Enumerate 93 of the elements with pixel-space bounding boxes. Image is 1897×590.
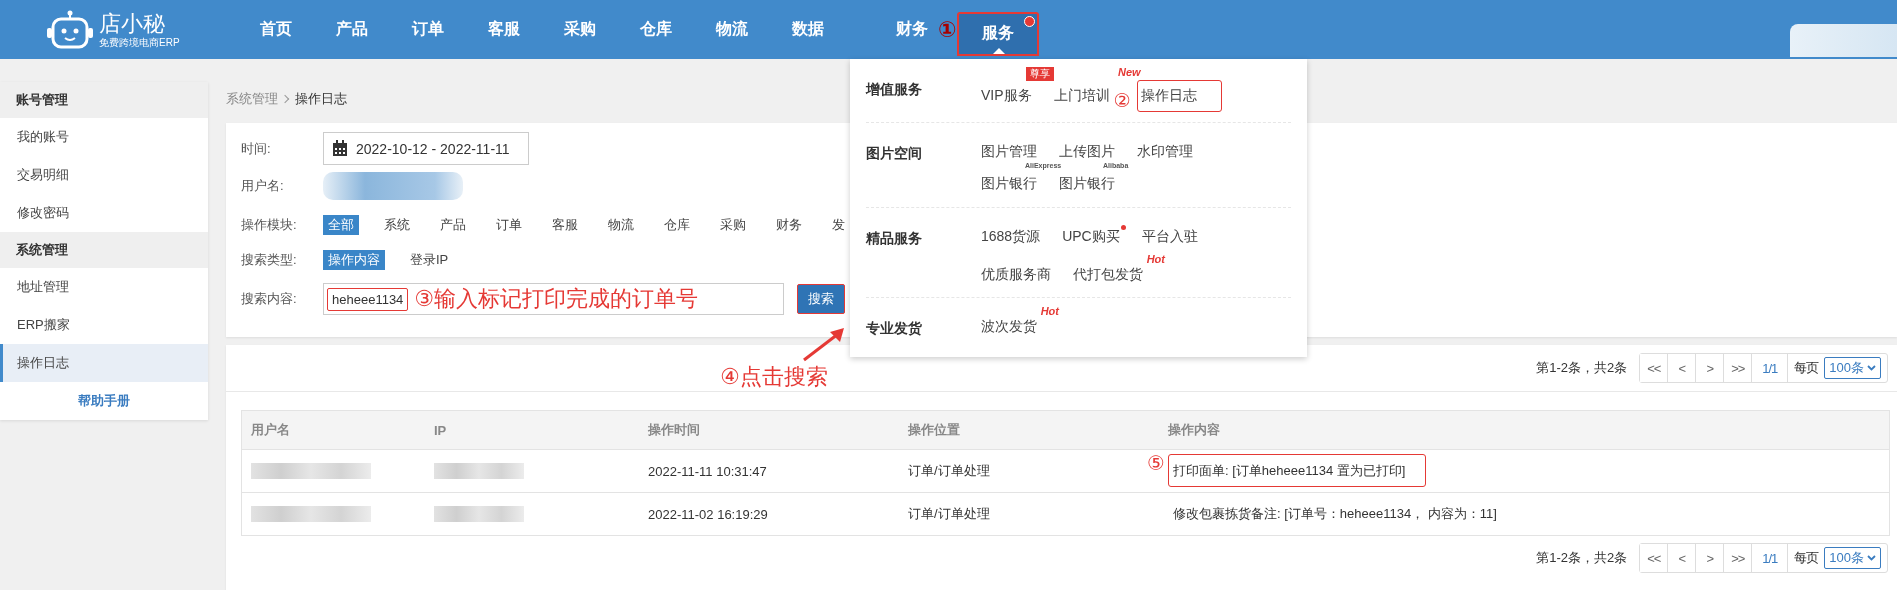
caret-icon <box>992 47 1005 54</box>
step-number: ⑤ <box>1147 451 1165 475</box>
nav-tab[interactable]: 订单 <box>390 0 466 59</box>
nav-tab[interactable]: 财务 <box>886 9 938 50</box>
table-cell-text: 订单/订单处理 <box>907 505 991 523</box>
step-number: ② <box>1113 89 1131 113</box>
nav-tab[interactable]: 产品 <box>314 0 390 59</box>
menu-item[interactable]: 图片银行 <box>1055 172 1119 196</box>
filter-option[interactable]: 采购 <box>715 215 751 235</box>
menu-section-title: 增值服务 <box>866 80 923 99</box>
menu-item[interactable]: 上门培训 <box>1049 84 1114 108</box>
sidebar-item[interactable]: 修改密码 <box>0 194 208 232</box>
menu-item[interactable]: 图片管理 <box>977 140 1041 164</box>
badge: 尊享 <box>1025 67 1054 81</box>
nav-tab[interactable]: 服务 <box>956 11 1039 56</box>
filter-option[interactable]: 操作内容 <box>323 250 385 270</box>
nav-tab[interactable]: 仓库 <box>618 0 694 59</box>
field-label: 搜索内容: <box>241 290 298 308</box>
menu-item[interactable]: VIP服务 <box>977 84 1036 108</box>
field-label: 搜索类型: <box>241 251 298 269</box>
nav-tab[interactable]: 物流 <box>694 0 770 59</box>
menu-section-title: 精品服务 <box>866 229 923 248</box>
sidebar-item[interactable]: 地址管理 <box>0 268 208 306</box>
table-cell-text: 2022-11-02 16:19:29 <box>647 506 769 522</box>
robot-logo-icon <box>45 9 95 50</box>
filter-option[interactable]: 物流 <box>603 215 639 235</box>
filter-option[interactable]: 系统 <box>379 215 415 235</box>
input-value: heheee1134 <box>327 287 409 311</box>
calendar-icon <box>332 140 348 157</box>
table-cell-text: 2022-11-11 10:31:47 <box>647 463 768 479</box>
record-count: 第1-2条，共2条 <box>1536 549 1628 567</box>
logo-tagline: 免费跨境电商ERP <box>99 36 180 49</box>
menu-section-title: 图片空间 <box>866 144 923 163</box>
filter-option[interactable]: 财务 <box>771 215 807 235</box>
hot-label: Hot <box>1146 253 1165 265</box>
page-button[interactable]: << <box>1640 354 1669 382</box>
notification-dot <box>1120 225 1126 230</box>
menu-item[interactable]: 波次发货 <box>977 315 1041 339</box>
menu-item[interactable]: 1688货源 <box>977 225 1045 249</box>
annotation-text: ④点击搜索 <box>720 363 828 391</box>
nav-tab[interactable]: 客服 <box>466 0 542 59</box>
filter-option[interactable]: 客服 <box>547 215 583 235</box>
sidebar-item[interactable]: ERP搬家 <box>0 306 208 344</box>
column-header: 用户名 <box>250 421 291 439</box>
menu-item[interactable]: UPC购买 <box>1058 225 1124 249</box>
menu-item[interactable]: 上传图片 <box>1055 140 1119 164</box>
menu-item[interactable]: 操作日志 <box>1136 80 1222 112</box>
menu-item[interactable]: 平台入驻 <box>1137 225 1202 249</box>
field-label: 时间: <box>241 139 272 158</box>
menu-item[interactable]: 代打包发货 <box>1069 263 1147 287</box>
sidebar-item[interactable]: 交易明细 <box>0 156 208 194</box>
sidebar-group-title: 系统管理 <box>0 232 208 268</box>
column-header: 操作位置 <box>907 421 961 439</box>
logo-name: 店小秘 <box>99 10 166 37</box>
nav-tab[interactable]: 采购 <box>542 0 618 59</box>
chevron-down-icon <box>1867 555 1876 561</box>
menu-item[interactable]: 水印管理 <box>1133 140 1197 164</box>
filter-option[interactable]: 产品 <box>435 215 471 235</box>
search-button[interactable]: 搜索 <box>797 284 845 314</box>
filter-option[interactable]: 仓库 <box>659 215 695 235</box>
new-label: New <box>1118 66 1141 78</box>
breadcrumb-current: 操作日志 <box>295 90 347 108</box>
search-input[interactable]: heheee1134 ③输入标记打印完成的订单号 <box>323 283 784 315</box>
table-cell-text: 修改包裹拣货备注: [订单号：heheee1134， 内容为：11] <box>1172 505 1498 523</box>
table-cell: 打印面单: [订单heheee1134 置为已打印] <box>1168 454 1427 487</box>
per-page-select[interactable]: 100条 <box>1824 547 1881 569</box>
column-header: 操作时间 <box>647 421 701 439</box>
filter-option[interactable]: 订单 <box>491 215 527 235</box>
page-button[interactable]: << <box>1640 544 1669 572</box>
field-label: 用户名: <box>241 177 285 195</box>
filter-option[interactable]: 全部 <box>323 215 359 235</box>
field-label: 操作模块: <box>241 216 298 234</box>
step-number: ① <box>938 17 957 42</box>
menu-item[interactable]: 优质服务商 <box>977 263 1055 287</box>
table-cell-text: 订单/订单处理 <box>907 462 991 480</box>
chevron-down-icon <box>1867 365 1876 371</box>
sidebar-item[interactable]: 操作日志 <box>0 344 208 382</box>
filter-option[interactable]: 发 <box>827 215 850 235</box>
menu-section-title: 专业发货 <box>866 319 923 338</box>
menu-item[interactable]: 图片银行 <box>977 172 1041 196</box>
column-header: IP <box>433 422 448 438</box>
nav-tab[interactable]: 首页 <box>238 0 314 59</box>
annotation-text: ③输入标记打印完成的订单号 <box>414 285 699 313</box>
date-range-field[interactable]: 2022-10-12 - 2022-11-11 <box>323 132 529 165</box>
column-header: 操作内容 <box>1167 421 1221 439</box>
hot-label: Hot <box>1040 305 1059 317</box>
filter-option[interactable]: 登录IP <box>405 250 454 270</box>
sidebar-group-title: 账号管理 <box>0 82 208 118</box>
nav-tab[interactable]: 数据 <box>770 0 846 59</box>
record-count: 第1-2条，共2条 <box>1536 359 1628 377</box>
sidebar-item[interactable]: 我的账号 <box>0 118 208 156</box>
per-page-select[interactable]: 100条 <box>1824 357 1881 379</box>
help-link[interactable]: 帮助手册 <box>0 382 208 420</box>
